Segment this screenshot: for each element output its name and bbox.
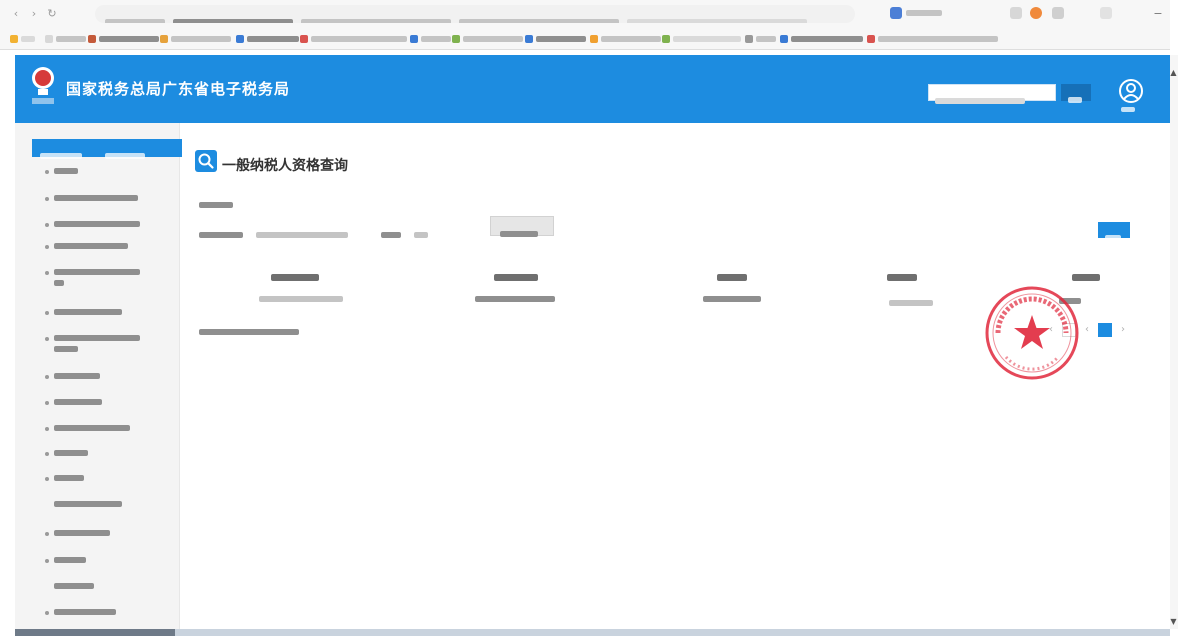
field-2-label <box>381 231 402 238</box>
bookmark-item[interactable] <box>45 35 86 43</box>
sidebar-item[interactable] <box>45 557 86 563</box>
bookmark-item[interactable] <box>160 35 231 43</box>
table-header <box>887 267 917 286</box>
bookmark-item[interactable] <box>300 35 407 43</box>
search-icon <box>1068 96 1082 103</box>
field-1-label <box>199 231 243 238</box>
ellipsis: ‹ <box>1085 324 1089 335</box>
query-form <box>199 224 429 243</box>
browser-chrome: ‹ › ↻ − <box>0 0 1170 50</box>
chevron-up-icon[interactable]: ▲ <box>1169 68 1178 78</box>
bookmarks-bar <box>0 28 1170 49</box>
bookmark-item[interactable] <box>410 35 451 43</box>
site-title: 国家税务总局广东省电子税务局 <box>66 80 291 98</box>
star-icon <box>10 35 18 43</box>
seal-star-icon <box>1014 315 1050 349</box>
table-header <box>1072 267 1100 286</box>
sidebar-item[interactable] <box>45 373 100 379</box>
bookmark-item[interactable] <box>867 35 998 43</box>
profile-label <box>906 10 942 16</box>
bookmark-item[interactable] <box>662 35 741 43</box>
field-1-input[interactable] <box>256 231 349 238</box>
extension-icon[interactable] <box>890 7 902 19</box>
user-label[interactable] <box>1121 107 1135 112</box>
sidebar-item[interactable] <box>45 309 122 315</box>
query-button[interactable] <box>490 216 554 237</box>
sidebar-item[interactable] <box>45 195 138 201</box>
bookmark-item[interactable] <box>236 35 299 43</box>
menu-icon[interactable] <box>1052 7 1064 19</box>
sidebar-item[interactable] <box>45 583 94 589</box>
zoom-icon[interactable] <box>1010 7 1022 19</box>
search-placeholder <box>935 97 1025 104</box>
sidebar-item[interactable] <box>45 425 130 431</box>
official-seal-stamp <box>985 286 1079 380</box>
sidebar-item[interactable] <box>45 168 78 174</box>
sidebar-item[interactable] <box>45 243 128 249</box>
table-cell <box>889 292 933 311</box>
back-icon[interactable]: ‹ <box>10 8 22 20</box>
window-bottom-edge <box>15 629 175 636</box>
export-button[interactable] <box>1098 222 1130 241</box>
sidebar <box>15 123 182 629</box>
table-cell <box>475 288 555 307</box>
site-header: 国家税务总局广东省电子税务局 <box>15 55 1170 123</box>
sidebar-item[interactable] <box>45 399 102 405</box>
bookmark-item[interactable] <box>10 35 35 43</box>
page-scrollbar[interactable] <box>1170 55 1178 629</box>
sidebar-item[interactable] <box>45 221 140 227</box>
window-bottom-edge <box>15 629 1170 636</box>
browser-toolbar: ‹ › ↻ − <box>0 0 1170 28</box>
table-cell <box>259 288 343 307</box>
current-page-button[interactable] <box>1098 323 1112 337</box>
address-bar[interactable] <box>95 5 855 23</box>
search-input[interactable] <box>928 84 1056 104</box>
extension-icon-2[interactable] <box>1030 7 1042 19</box>
search-icon <box>195 150 217 172</box>
minimize-icon[interactable] <box>1100 7 1112 19</box>
search-button[interactable] <box>1061 84 1091 103</box>
close-icon[interactable]: − <box>1152 8 1164 20</box>
sidebar-item[interactable] <box>45 269 140 286</box>
sidebar-heading[interactable] <box>32 139 182 159</box>
sidebar-item[interactable] <box>45 335 140 352</box>
section-label <box>199 194 233 213</box>
page-title: 一般纳税人资格查询 <box>222 158 348 174</box>
reload-icon[interactable]: ↻ <box>46 8 58 20</box>
chevron-down-icon[interactable]: ▼ <box>1169 617 1178 627</box>
sidebar-heading-left <box>40 152 82 159</box>
table-cell <box>703 288 761 307</box>
bookmark-item[interactable] <box>590 35 661 43</box>
sidebar-item[interactable] <box>45 475 84 481</box>
table-header <box>494 267 538 286</box>
user-icon[interactable] <box>1119 77 1143 105</box>
forward-icon[interactable]: › <box>28 8 40 20</box>
bookmark-item[interactable] <box>452 35 523 43</box>
field-2-input[interactable] <box>414 231 429 238</box>
table-header <box>271 267 319 286</box>
sidebar-item[interactable] <box>45 530 110 536</box>
sidebar-item[interactable] <box>45 450 88 456</box>
bookmark-item[interactable] <box>745 35 776 43</box>
table-header <box>717 267 747 286</box>
bookmark-item[interactable] <box>525 35 586 43</box>
tax-emblem-logo <box>32 67 54 104</box>
sidebar-heading-right <box>105 152 146 159</box>
bookmark-item[interactable] <box>780 35 863 43</box>
bookmark-item[interactable] <box>88 35 159 43</box>
sidebar-item[interactable] <box>45 609 116 615</box>
next-page-button[interactable]: › <box>1118 323 1128 337</box>
sidebar-item[interactable] <box>45 501 122 507</box>
pager-info <box>199 321 299 340</box>
